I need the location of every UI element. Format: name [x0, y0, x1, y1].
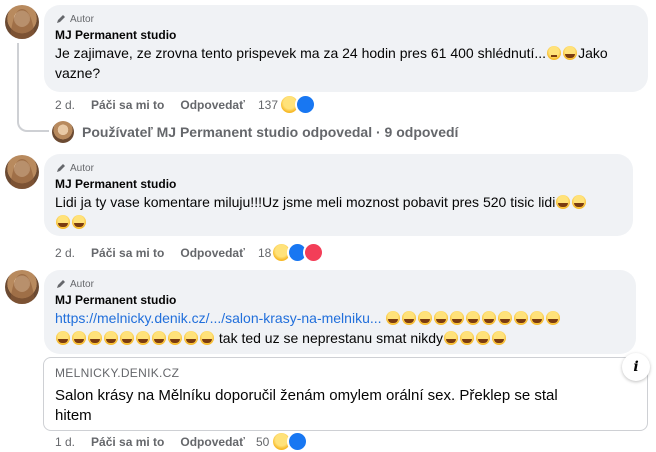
reaction-count[interactable]: 18	[258, 246, 271, 260]
pen-icon	[55, 162, 67, 174]
thread-line	[17, 43, 49, 132]
comment-bubble: Autor MJ Permanent studio https://melnic…	[44, 270, 636, 354]
laughing-emoji-icon	[530, 311, 545, 325]
laughing-emoji-icon	[563, 46, 578, 60]
laughing-emoji-icon	[88, 331, 102, 345]
laughing-emoji-icon	[546, 311, 561, 325]
link-preview-domain: MELNICKY.DENIK.CZ	[55, 366, 180, 380]
like-button[interactable]: Páči sa mi to	[91, 435, 164, 449]
comment-actions: 2 d. Páči sa mi to Odpovedať	[55, 97, 261, 113]
reactions[interactable]	[271, 242, 324, 263]
laughing-emoji-icon	[200, 331, 214, 345]
view-replies[interactable]: Používateľ MJ Permanent studio odpovedal…	[52, 121, 458, 143]
comment-bubble: Autor MJ Permanent studio Lidi ja ty vas…	[44, 154, 633, 236]
laughing-emoji-icon	[476, 331, 491, 345]
reactions[interactable]	[279, 94, 316, 115]
comment-text-line1: Lidi ja ty vase komentare miluju!!!Uz js…	[55, 194, 556, 210]
info-icon[interactable]: i	[622, 353, 650, 381]
laughing-emoji-icon	[168, 331, 182, 345]
laughing-emoji-icon	[136, 331, 150, 345]
laughing-emoji-icon	[72, 331, 86, 345]
comment-actions: 1 d. Páči sa mi to Odpovedať	[55, 434, 261, 450]
comment-time[interactable]: 2 d.	[55, 98, 75, 112]
avatar[interactable]	[5, 155, 39, 189]
author-tag-row: Autor	[55, 161, 622, 175]
comment-author-name[interactable]: MJ Permanent studio	[55, 292, 625, 308]
comment-time[interactable]: 1 d.	[55, 435, 75, 449]
reply-button[interactable]: Odpovedať	[180, 435, 244, 449]
avatar	[52, 121, 74, 143]
author-tag-row: Autor	[55, 12, 637, 26]
laughing-emoji-icon	[120, 331, 134, 345]
comment-actions: 2 d. Páči sa mi to Odpovedať	[55, 245, 261, 261]
laughing-emoji-icon	[104, 331, 118, 345]
laughing-emoji-icon	[444, 331, 459, 345]
pen-icon	[55, 278, 67, 290]
emoji-row	[385, 310, 561, 326]
reaction-count[interactable]: 137	[258, 98, 278, 112]
emoji-row	[443, 330, 507, 346]
reaction-count[interactable]: 50	[256, 435, 269, 449]
laughing-emoji-icon	[556, 195, 571, 209]
author-tag: Autor	[70, 162, 94, 174]
laughing-emoji-icon	[572, 195, 587, 209]
comment-time[interactable]: 2 d.	[55, 246, 75, 260]
emoji-row	[55, 330, 215, 346]
laughing-emoji-icon	[56, 331, 70, 345]
thinking-emoji-icon	[547, 46, 562, 60]
like-button[interactable]: Páči sa mi to	[91, 98, 164, 112]
reply-button[interactable]: Odpovedať	[180, 246, 244, 260]
comment-text: https://melnicky.denik.cz/.../salon-kras…	[55, 308, 625, 348]
laughing-emoji-icon	[498, 311, 513, 325]
comment-author-name[interactable]: MJ Permanent studio	[55, 27, 637, 43]
avatar[interactable]	[5, 5, 39, 39]
comment-text-line1: Je zajimave, ze zrovna tento prispevek m…	[55, 45, 547, 61]
avatar[interactable]	[5, 270, 39, 304]
laughing-emoji-icon	[514, 311, 529, 325]
pen-icon	[55, 13, 67, 25]
laughing-emoji-icon	[386, 311, 401, 325]
author-tag: Autor	[70, 278, 94, 290]
love-reaction-icon	[303, 242, 324, 263]
reply-button[interactable]: Odpovedať	[180, 98, 244, 112]
like-reaction-icon	[287, 431, 308, 452]
laughing-emoji-icon	[56, 215, 70, 229]
comment-link[interactable]: https://melnicky.denik.cz/.../salon-kras…	[55, 310, 382, 326]
comment-text: Je zajimave, ze zrovna tento prispevek m…	[55, 43, 637, 83]
author-tag: Autor	[70, 13, 94, 25]
comment-author-name[interactable]: MJ Permanent studio	[55, 176, 622, 192]
replies-summary: Používateľ MJ Permanent studio odpovedal…	[82, 124, 459, 140]
like-button[interactable]: Páči sa mi to	[91, 246, 164, 260]
link-preview-card[interactable]: MELNICKY.DENIK.CZ Salon krásy na Mělníku…	[43, 357, 648, 431]
laughing-emoji-icon	[492, 331, 507, 345]
laughing-emoji-icon	[402, 311, 417, 325]
laughing-emoji-icon	[482, 311, 497, 325]
comment-text-line2: tak ted uz se neprestanu smat nikdy	[218, 330, 444, 346]
laughing-emoji-icon	[184, 331, 198, 345]
laughing-emoji-icon	[152, 331, 166, 345]
laughing-emoji-icon	[72, 215, 86, 229]
comment-bubble: Autor MJ Permanent studio Je zajimave, z…	[44, 5, 648, 92]
comment-text: Lidi ja ty vase komentare miluju!!!Uz js…	[55, 192, 622, 232]
laughing-emoji-icon	[466, 311, 481, 325]
laughing-emoji-icon	[460, 331, 475, 345]
laughing-emoji-icon	[450, 311, 465, 325]
reactions[interactable]	[271, 431, 308, 452]
like-reaction-icon	[295, 94, 316, 115]
laughing-emoji-icon	[434, 311, 449, 325]
author-tag-row: Autor	[55, 277, 625, 291]
laughing-emoji-icon	[418, 311, 433, 325]
comment-text-line2: vazne?	[55, 65, 101, 81]
comment-text-tail: Jako	[578, 45, 608, 61]
link-preview-title[interactable]: Salon krásy na Mělníku doporučil ženám o…	[55, 386, 595, 426]
